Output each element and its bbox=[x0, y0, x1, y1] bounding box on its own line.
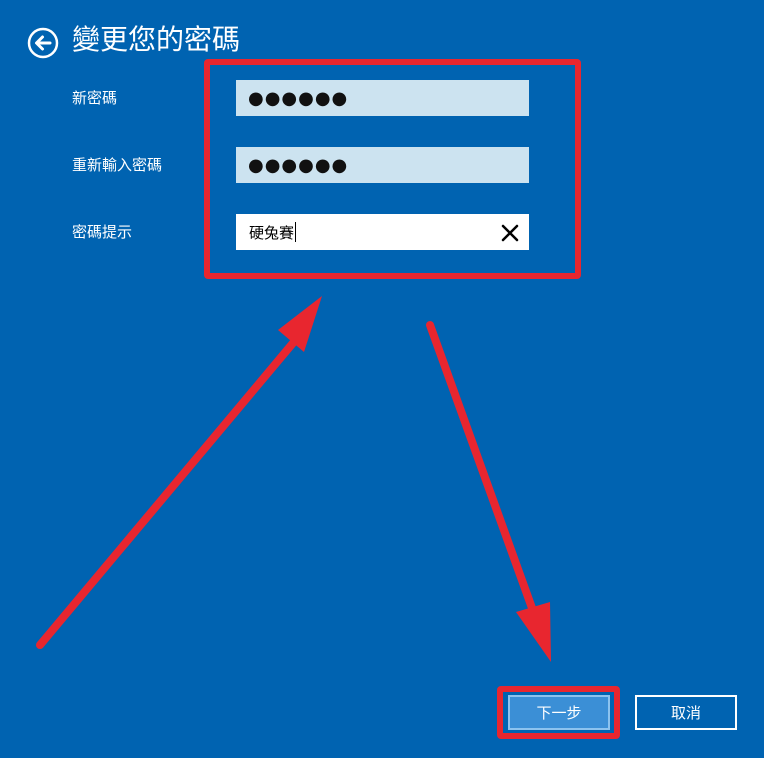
new-password-value: ●●●●●● bbox=[248, 87, 349, 109]
next-button[interactable]: 下一步 bbox=[508, 695, 610, 730]
password-hint-value: 硬兔賽 bbox=[249, 223, 295, 242]
password-hint-field[interactable]: 硬兔賽 bbox=[236, 214, 529, 250]
cancel-button[interactable]: 取消 bbox=[635, 695, 737, 730]
new-password-label: 新密碼 bbox=[72, 89, 118, 107]
confirm-password-value: ●●●●●● bbox=[248, 154, 349, 176]
clear-hint-button[interactable] bbox=[500, 223, 520, 243]
close-icon bbox=[501, 224, 519, 242]
annotation-arrow-up-head bbox=[278, 296, 322, 352]
back-button[interactable] bbox=[27, 27, 59, 59]
confirm-password-label: 重新輸入密碼 bbox=[72, 156, 163, 174]
page-title: 變更您的密碼 bbox=[72, 23, 241, 56]
annotation-arrow-up-shaft bbox=[36, 339, 297, 649]
back-arrow-icon bbox=[27, 27, 59, 59]
text-caret bbox=[295, 222, 297, 242]
password-hint-label: 密碼提示 bbox=[72, 223, 133, 241]
new-password-field[interactable]: ●●●●●● bbox=[236, 80, 529, 116]
annotation-arrow-down-head bbox=[516, 602, 551, 662]
confirm-password-field[interactable]: ●●●●●● bbox=[236, 147, 529, 183]
annotation-arrow-down-shaft bbox=[426, 321, 536, 612]
